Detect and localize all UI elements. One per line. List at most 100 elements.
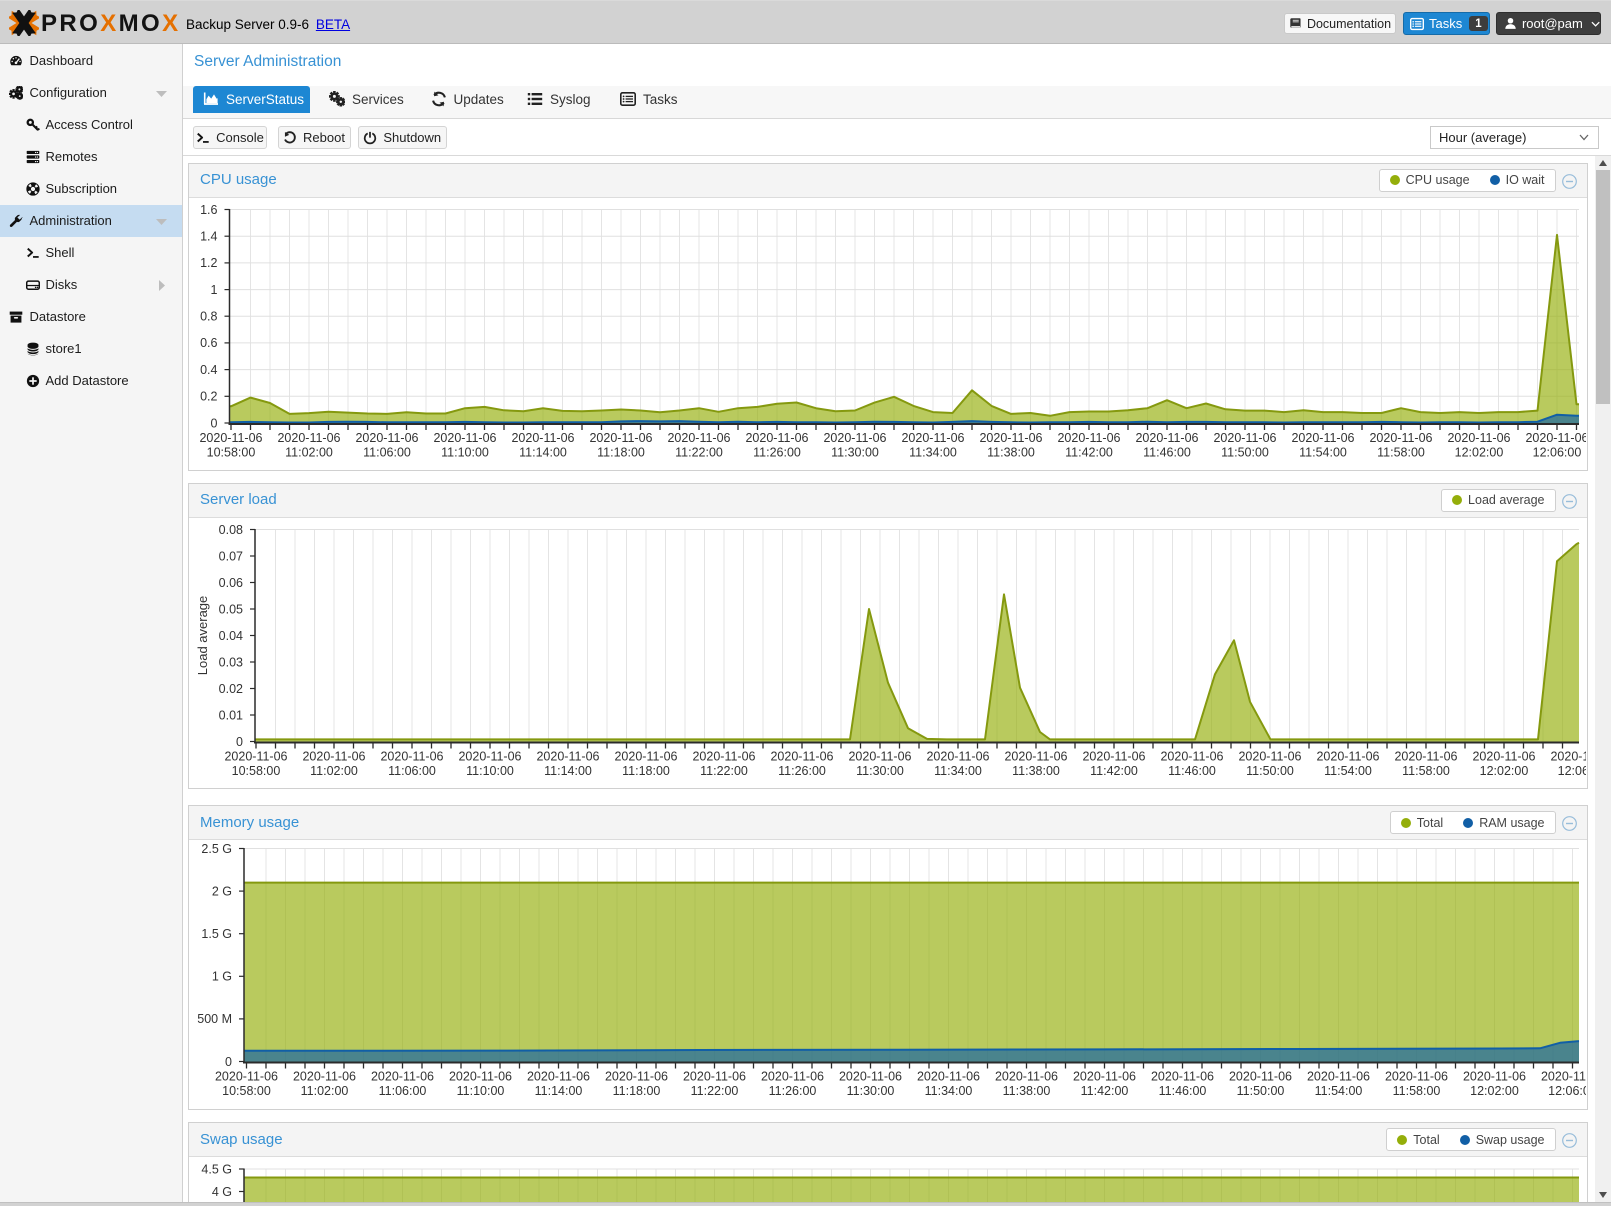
svg-text:2020-11-06: 2020-11-06	[1004, 749, 1067, 763]
svg-text:2020-11-06: 2020-11-06	[293, 1070, 356, 1084]
svg-text:0.06: 0.06	[219, 575, 243, 589]
svg-text:2020-11-06: 2020-11-06	[979, 431, 1042, 445]
svg-text:2 G: 2 G	[212, 884, 232, 898]
svg-text:2020-11-06: 2020-11-06	[1135, 431, 1198, 445]
svg-text:11:18:00: 11:18:00	[622, 764, 670, 778]
svg-text:2.5 G: 2.5 G	[201, 842, 232, 856]
svg-text:11:50:00: 11:50:00	[1237, 1084, 1285, 1098]
svg-text:0.03: 0.03	[219, 655, 243, 669]
svg-text:2020-11-06: 2020-11-06	[1073, 1070, 1136, 1084]
svg-text:2020-11-06: 2020-11-06	[449, 1070, 512, 1084]
svg-text:0.8: 0.8	[200, 309, 217, 323]
svg-text:2020-11-06: 2020-11-06	[1447, 431, 1510, 445]
svg-text:11:14:00: 11:14:00	[544, 764, 592, 778]
svg-text:12:02:00: 12:02:00	[1470, 1084, 1519, 1098]
svg-text:11:22:00: 11:22:00	[675, 445, 723, 459]
svg-text:2020-11-06: 2020-11-06	[770, 749, 833, 763]
svg-text:11:54:00: 11:54:00	[1315, 1084, 1363, 1098]
svg-text:11:26:00: 11:26:00	[778, 764, 826, 778]
svg-text:2020-11-06: 2020-11-06	[277, 431, 340, 445]
svg-text:2020-11-06: 2020-11-06	[433, 431, 496, 445]
svg-text:11:10:00: 11:10:00	[466, 764, 514, 778]
svg-text:11:10:00: 11:10:00	[441, 445, 489, 459]
svg-text:0.05: 0.05	[219, 602, 243, 616]
svg-text:2020-11-06: 2020-11-06	[371, 1070, 434, 1084]
svg-text:1: 1	[211, 282, 218, 296]
svg-text:11:22:00: 11:22:00	[700, 764, 748, 778]
svg-text:11:38:00: 11:38:00	[1012, 764, 1060, 778]
svg-text:12:02:00: 12:02:00	[1480, 764, 1529, 778]
svg-text:11:50:00: 11:50:00	[1221, 445, 1269, 459]
svg-text:11:38:00: 11:38:00	[1003, 1084, 1051, 1098]
svg-text:2020-11-06: 2020-11-06	[1369, 431, 1432, 445]
svg-text:2020-11-06: 2020-11-06	[589, 431, 652, 445]
svg-text:0.01: 0.01	[219, 708, 243, 722]
svg-text:11:30:00: 11:30:00	[856, 764, 904, 778]
svg-text:11:58:00: 11:58:00	[1377, 445, 1425, 459]
svg-text:2020-11-06: 2020-11-06	[536, 749, 599, 763]
svg-text:2020-11-06: 2020-11-06	[380, 749, 443, 763]
svg-text:2020-11-06: 2020-11-06	[1307, 1070, 1370, 1084]
svg-text:2020-11-06: 2020-11-06	[1550, 749, 1586, 763]
svg-text:11:06:00: 11:06:00	[388, 764, 436, 778]
svg-text:11:02:00: 11:02:00	[301, 1084, 349, 1098]
svg-text:10:58:00: 10:58:00	[222, 1084, 271, 1098]
svg-text:10:58:00: 10:58:00	[207, 445, 256, 459]
svg-text:11:30:00: 11:30:00	[831, 445, 879, 459]
svg-text:0.6: 0.6	[200, 336, 217, 350]
svg-text:0.07: 0.07	[219, 549, 243, 563]
svg-text:11:34:00: 11:34:00	[925, 1084, 973, 1098]
svg-text:Load average: Load average	[195, 595, 210, 675]
svg-text:2020-11-06: 2020-11-06	[995, 1070, 1058, 1084]
svg-text:2020-11-06: 2020-11-06	[901, 431, 964, 445]
svg-text:2020-11-06: 2020-11-06	[458, 749, 521, 763]
svg-text:2020-11-06: 2020-11-06	[1541, 1070, 1586, 1084]
svg-text:11:54:00: 11:54:00	[1299, 445, 1347, 459]
svg-text:0.02: 0.02	[219, 681, 243, 695]
svg-text:11:14:00: 11:14:00	[519, 445, 567, 459]
svg-text:2020-11-06: 2020-11-06	[1472, 749, 1535, 763]
svg-text:1.4: 1.4	[200, 229, 217, 243]
svg-text:4 G: 4 G	[212, 1185, 232, 1199]
svg-text:2020-11-06: 2020-11-06	[1394, 749, 1457, 763]
svg-text:11:58:00: 11:58:00	[1393, 1084, 1441, 1098]
svg-text:2020-11-06: 2020-11-06	[1385, 1070, 1448, 1084]
svg-text:11:18:00: 11:18:00	[597, 445, 645, 459]
svg-text:11:42:00: 11:42:00	[1065, 445, 1113, 459]
svg-text:11:34:00: 11:34:00	[909, 445, 957, 459]
svg-text:11:06:00: 11:06:00	[379, 1084, 427, 1098]
svg-text:2020-11-06: 2020-11-06	[848, 749, 911, 763]
svg-text:2020-11-06: 2020-11-06	[1160, 749, 1223, 763]
svg-text:2020-11-06: 2020-11-06	[1525, 431, 1586, 445]
svg-text:11:54:00: 11:54:00	[1324, 764, 1372, 778]
svg-text:11:22:00: 11:22:00	[691, 1084, 739, 1098]
svg-text:2020-11-06: 2020-11-06	[215, 1070, 278, 1084]
svg-text:0: 0	[211, 416, 218, 430]
svg-text:0.04: 0.04	[219, 628, 243, 642]
svg-text:2020-11-06: 2020-11-06	[1213, 431, 1276, 445]
svg-text:2020-11-06: 2020-11-06	[745, 431, 808, 445]
svg-text:11:14:00: 11:14:00	[535, 1084, 583, 1098]
svg-text:2020-11-06: 2020-11-06	[224, 749, 287, 763]
svg-text:11:10:00: 11:10:00	[457, 1084, 505, 1098]
svg-text:0: 0	[236, 734, 243, 748]
svg-text:11:02:00: 11:02:00	[285, 445, 333, 459]
svg-text:12:06:00: 12:06:00	[1558, 764, 1586, 778]
svg-text:11:18:00: 11:18:00	[613, 1084, 661, 1098]
svg-text:2020-11-06: 2020-11-06	[926, 749, 989, 763]
svg-text:2020-11-06: 2020-11-06	[761, 1070, 824, 1084]
svg-text:12:06:00: 12:06:00	[1533, 445, 1582, 459]
svg-text:11:46:00: 11:46:00	[1159, 1084, 1207, 1098]
svg-text:2020-11-06: 2020-11-06	[199, 431, 262, 445]
svg-text:11:58:00: 11:58:00	[1402, 764, 1450, 778]
svg-text:11:42:00: 11:42:00	[1081, 1084, 1129, 1098]
svg-text:11:46:00: 11:46:00	[1143, 445, 1191, 459]
svg-text:2020-11-06: 2020-11-06	[823, 431, 886, 445]
svg-text:2020-11-06: 2020-11-06	[355, 431, 418, 445]
svg-text:11:34:00: 11:34:00	[934, 764, 982, 778]
svg-text:12:06:00: 12:06:00	[1548, 1084, 1586, 1098]
svg-text:2020-11-06: 2020-11-06	[1057, 431, 1120, 445]
svg-text:11:30:00: 11:30:00	[847, 1084, 895, 1098]
svg-text:2020-11-06: 2020-11-06	[839, 1070, 902, 1084]
svg-text:2020-11-06: 2020-11-06	[511, 431, 574, 445]
